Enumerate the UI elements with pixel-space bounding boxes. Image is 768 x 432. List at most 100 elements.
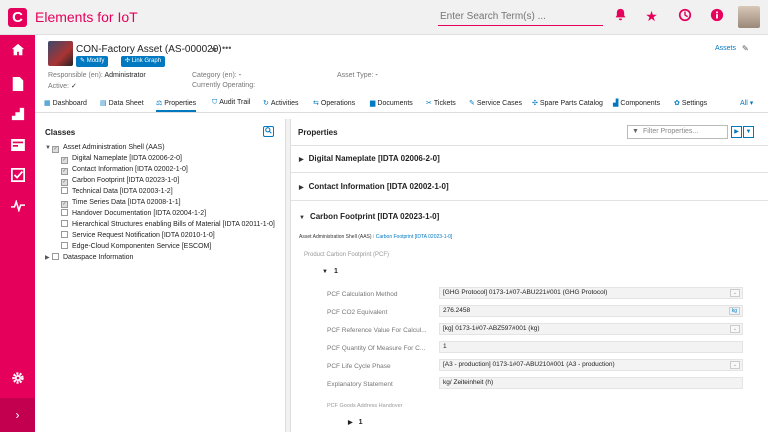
tab-audit-trail[interactable]: ⛉ Audit Trail <box>212 99 250 107</box>
prop-label: PCF Life Cycle Phase <box>327 363 391 370</box>
all-tabs-dropdown[interactable]: All ▾ <box>740 99 753 107</box>
pcf-co2-equivalent-field[interactable]: 276.2458 kg <box>439 305 743 317</box>
documents-icon: ▆ <box>370 100 376 107</box>
star-icon[interactable]: ★ <box>643 8 660 25</box>
tickets-icon: ✂ <box>426 100 432 107</box>
responsible-field: Responsible (en): Administrator <box>48 72 146 79</box>
tab-tickets[interactable]: ✂ Tickets <box>426 99 456 107</box>
tree-node-service-request[interactable]: Service Request Notification [IDTA 02010… <box>61 231 215 241</box>
tab-spare-parts-catalog[interactable]: ✣ Spare Parts Catalog <box>532 99 603 107</box>
goods-address-label: PCF Goods Address Handover <box>327 403 403 409</box>
divider <box>291 145 768 146</box>
history-icon[interactable] <box>676 8 693 25</box>
checklist-icon[interactable] <box>0 162 35 192</box>
tree-checkbox[interactable]: ✓ <box>61 168 68 175</box>
category-field: Category (en): - <box>192 72 242 79</box>
home-icon[interactable] <box>0 37 35 67</box>
tab-components[interactable]: ▟ Components <box>613 99 660 107</box>
caret-right-icon[interactable]: ▶ <box>45 253 52 263</box>
document-icon[interactable] <box>0 71 35 101</box>
components-icon: ▟ <box>613 100 619 107</box>
user-avatar[interactable] <box>738 6 760 28</box>
bell-icon[interactable] <box>612 8 629 25</box>
tree-node-carbon-footprint[interactable]: ✓ Carbon Footprint [IDTA 02023-1-0] <box>61 176 179 186</box>
tree-checkbox[interactable] <box>61 220 68 227</box>
activities-icon: ↻ <box>263 100 269 107</box>
pcf-calculation-method-field[interactable]: [GHG Protocol] 0173-1#07-ABU221#001 (GHG… <box>439 287 743 299</box>
properties-icon: ⚖ <box>156 100 163 107</box>
goods-address-item[interactable]: ▶ 1 <box>348 419 363 426</box>
link-graph-button[interactable]: ✣ Link Graph <box>121 56 166 67</box>
pulse-icon[interactable] <box>0 192 35 222</box>
stairs-icon[interactable] <box>0 101 35 131</box>
tab-activities[interactable]: ↻ Activities <box>263 99 299 107</box>
caret-down-icon[interactable]: ▼ <box>45 143 52 153</box>
pencil-icon[interactable]: ✎ <box>742 44 749 53</box>
tree-checkbox[interactable] <box>61 187 68 194</box>
tree-node-dataspace-information[interactable]: ▶ Dataspace Information <box>45 253 133 263</box>
settings-icon[interactable] <box>0 365 35 395</box>
caret-right-icon: ▶ <box>299 157 304 163</box>
explanatory-statement-field[interactable]: kg/ Zeiteinheit (h) <box>439 377 743 389</box>
breadcrumb-root[interactable]: Asset Administration Shell (AAS) <box>299 234 372 240</box>
tree-node-contact-information[interactable]: ✓ Contact Information [IDTA 02002-1-0] <box>61 165 188 175</box>
tree-checkbox[interactable]: ✓ <box>61 157 68 164</box>
tree-checkbox[interactable] <box>61 209 68 216</box>
pcf-item[interactable]: ▼ 1 <box>322 268 338 275</box>
tab-documents[interactable]: ▆ Documents <box>370 99 413 107</box>
tree-checkbox[interactable] <box>52 253 59 260</box>
caret-down-icon: ▼ <box>299 215 305 221</box>
operations-icon: ⇆ <box>313 100 319 107</box>
tree-node-edge-cloud[interactable]: Edge-Cloud Komponenten Service [ESCOM] <box>61 242 211 252</box>
pcf-quantity-field[interactable]: 1 <box>439 341 743 353</box>
caret-right-icon: ▶ <box>299 185 304 191</box>
chevron-down-icon[interactable]: ⌄ <box>730 361 740 369</box>
app-logo[interactable]: C <box>8 8 27 27</box>
currently-operating-field: Currently Operating: <box>192 82 256 89</box>
filter-properties-input[interactable]: ▼ Filter Properties... <box>627 125 728 139</box>
tab-dashboard[interactable]: ▦ Dashboard <box>44 99 87 107</box>
tree-checkbox[interactable]: ✓ <box>61 201 68 208</box>
tree-checkbox[interactable] <box>61 231 68 238</box>
pcf-life-cycle-phase-field[interactable]: [A3 - production] 0173-1#07-ABU210#001 (… <box>439 359 743 371</box>
favorite-star-icon[interactable]: ★ <box>210 44 218 55</box>
inbox-icon[interactable] <box>0 131 35 161</box>
tab-service-cases[interactable]: ✎ Service Cases <box>469 99 522 107</box>
breadcrumb-current[interactable]: Carbon Footprint [IDTA 02023-1-0] <box>376 234 453 240</box>
more-options-icon[interactable]: ••• <box>222 43 231 53</box>
tree-checkbox[interactable]: ✓ <box>52 146 59 153</box>
prop-label: PCF Quantity Of Measure For C... <box>327 345 426 352</box>
tab-settings[interactable]: ✿ Settings <box>674 99 707 107</box>
tree-node-hierarchical-structures[interactable]: Hierarchical Structures enabling Bills o… <box>61 220 275 230</box>
asset-title: CON-Factory Asset (AS-000020) <box>76 44 222 55</box>
tab-properties[interactable]: ⚖ Properties <box>156 99 197 112</box>
tree-node-digital-nameplate[interactable]: ✓ Digital Nameplate [IDTA 02006-2-0] <box>61 154 182 164</box>
chevron-down-icon[interactable]: ⌄ <box>730 325 740 333</box>
expand-sidebar-button[interactable]: › <box>0 398 35 432</box>
next-button[interactable]: ▶ <box>731 126 742 138</box>
tab-data-sheet[interactable]: ▤ Data Sheet <box>100 99 144 107</box>
tree-node-time-series-data[interactable]: ✓ Time Series Data [IDTA 02008-1-1] <box>61 198 181 208</box>
top-bar: C Elements for IoT ★ <box>0 0 768 35</box>
section-digital-nameplate[interactable]: ▶ Digital Nameplate [IDTA 02006-2-0] <box>299 154 440 163</box>
assets-link[interactable]: Assets <box>715 45 736 52</box>
pcf-group-label: Product Carbon Footprint (PCF) <box>304 252 390 258</box>
tree-node-handover-documentation[interactable]: Handover Documentation [IDTA 02004-1-2] <box>61 209 206 219</box>
pcf-reference-value-field[interactable]: [kg] 0173-1#07-ABZ597#001 (kg) ⌄ <box>439 323 743 335</box>
section-contact-information[interactable]: ▶ Contact Information [IDTA 02002-1-0] <box>299 182 449 191</box>
expand-all-button[interactable]: ▼ <box>743 126 754 138</box>
tree-checkbox[interactable] <box>61 242 68 249</box>
global-search-input[interactable] <box>438 8 603 26</box>
tab-operations[interactable]: ⇆ Operations <box>313 99 355 107</box>
tree-checkbox[interactable]: ✓ <box>61 179 68 186</box>
tree-node-aas[interactable]: ▼ ✓ Asset Administration Shell (AAS) <box>45 143 165 153</box>
section-carbon-footprint[interactable]: ▼ Carbon Footprint [IDTA 02023-1-0] <box>299 212 439 221</box>
active-field: Active: ✓ <box>48 83 77 90</box>
chevron-down-icon[interactable]: ⌄ <box>730 289 740 297</box>
info-icon[interactable] <box>708 8 725 25</box>
classes-search-button[interactable] <box>263 126 274 137</box>
service-cases-icon: ✎ <box>469 100 475 107</box>
modify-button[interactable]: ✎ Modify <box>76 56 109 67</box>
tree-node-technical-data[interactable]: Technical Data [IDTA 02003-1-2] <box>61 187 173 197</box>
caret-right-icon: ▶ <box>348 420 353 426</box>
